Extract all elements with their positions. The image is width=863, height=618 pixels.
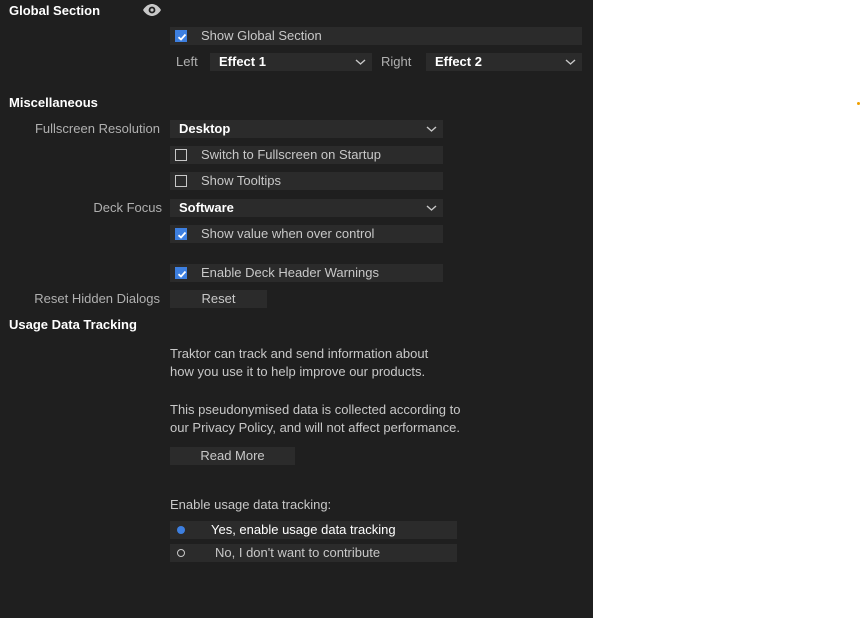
right-effect-value: Effect 2 xyxy=(435,54,482,69)
usage-description-2-line-1: This pseudonymised data is collected acc… xyxy=(170,402,461,417)
checkbox-checked-icon xyxy=(175,228,187,240)
checkbox-unchecked-icon xyxy=(175,175,187,187)
switch-fullscreen-checkbox[interactable]: Switch to Fullscreen on Startup xyxy=(170,146,443,164)
chevron-down-icon xyxy=(565,59,576,65)
fullscreen-resolution-value: Desktop xyxy=(179,121,231,136)
eye-icon[interactable] xyxy=(142,3,162,17)
left-effect-select[interactable]: Effect 1 xyxy=(210,53,372,71)
enable-tracking-label: Enable usage data tracking: xyxy=(170,497,332,512)
deck-header-warnings-label: Enable Deck Header Warnings xyxy=(201,265,379,280)
switch-fullscreen-label: Switch to Fullscreen on Startup xyxy=(201,147,381,162)
deck-focus-select[interactable]: Software xyxy=(170,199,443,217)
reset-hidden-dialogs-label: Reset Hidden Dialogs xyxy=(34,291,160,306)
deck-focus-label: Deck Focus xyxy=(93,200,162,215)
radio-no-label: No, I don't want to contribute xyxy=(215,545,381,560)
radio-selected-icon xyxy=(177,526,185,534)
show-tooltips-label: Show Tooltips xyxy=(201,173,281,188)
chevron-down-icon xyxy=(355,59,366,65)
miscellaneous-heading: Miscellaneous xyxy=(9,95,98,110)
usage-data-tracking-heading: Usage Data Tracking xyxy=(9,317,137,332)
show-value-label: Show value when over control xyxy=(201,226,375,241)
checkbox-unchecked-icon xyxy=(175,149,187,161)
usage-description-1-line-2: how you use it to help improve our produ… xyxy=(170,364,426,379)
show-global-section-label: Show Global Section xyxy=(201,28,322,43)
deck-focus-value: Software xyxy=(179,200,234,215)
usage-description-1: Traktor can track and send information a… xyxy=(170,345,570,381)
read-more-button[interactable]: Read More xyxy=(170,447,295,465)
usage-description-1-line-1: Traktor can track and send information a… xyxy=(170,346,429,361)
preferences-panel: Global Section Show Global Section Left … xyxy=(0,0,593,618)
chevron-down-icon xyxy=(426,126,437,132)
show-tooltips-checkbox[interactable]: Show Tooltips xyxy=(170,172,443,190)
usage-description-2: This pseudonymised data is collected acc… xyxy=(170,401,570,437)
checkbox-checked-icon xyxy=(175,30,187,42)
chevron-down-icon xyxy=(426,205,437,211)
left-label: Left xyxy=(176,54,198,69)
fullscreen-resolution-label: Fullscreen Resolution xyxy=(34,121,160,136)
deck-header-warnings-checkbox[interactable]: Enable Deck Header Warnings xyxy=(170,264,443,282)
checkbox-checked-icon xyxy=(175,267,187,279)
radio-yes-label: Yes, enable usage data tracking xyxy=(211,522,396,537)
status-dot xyxy=(857,102,860,105)
show-global-section-checkbox[interactable]: Show Global Section xyxy=(170,27,582,45)
radio-no-tracking[interactable]: No, I don't want to contribute xyxy=(170,544,457,562)
usage-description-2-line-2: our Privacy Policy, and will not affect … xyxy=(170,420,460,435)
reset-button[interactable]: Reset xyxy=(170,290,267,308)
radio-unselected-icon xyxy=(177,549,185,557)
fullscreen-resolution-select[interactable]: Desktop xyxy=(170,120,443,138)
show-value-checkbox[interactable]: Show value when over control xyxy=(170,225,443,243)
left-effect-value: Effect 1 xyxy=(219,54,266,69)
right-label: Right xyxy=(381,54,412,69)
global-section-heading: Global Section xyxy=(9,3,101,18)
radio-yes-tracking[interactable]: Yes, enable usage data tracking xyxy=(170,521,457,539)
right-effect-select[interactable]: Effect 2 xyxy=(426,53,582,71)
